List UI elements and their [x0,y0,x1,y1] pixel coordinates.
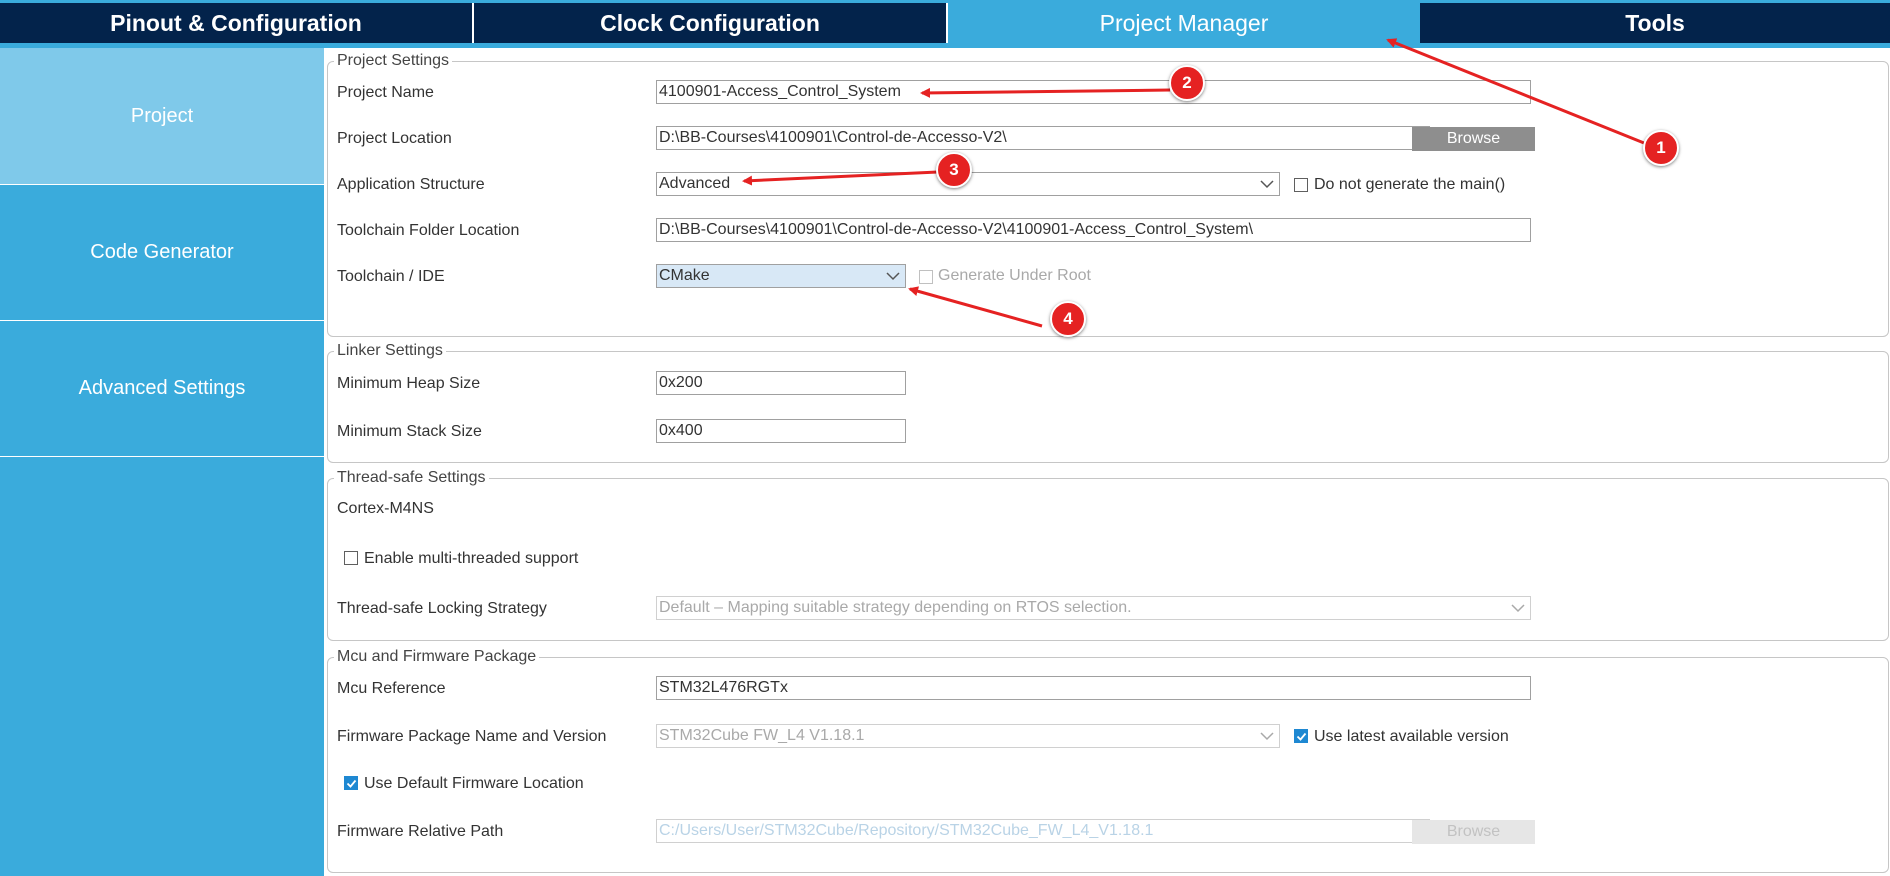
locking-strategy-select[interactable]: Default – Mapping suitable strategy depe… [656,596,1531,620]
select-value: Advanced [659,175,731,192]
firmware-package-label: Firmware Package Name and Version [337,728,607,745]
top-tab-bar: Pinout & Configuration Clock Configurati… [0,0,1890,48]
browse-label: Browse [1446,130,1501,147]
main-content: Project Settings Project Name 4100901-Ac… [324,48,1890,876]
browse-label: Browse [1446,823,1501,840]
toolchain-folder-label: Toolchain Folder Location [337,222,520,239]
chevron-down-icon [886,272,900,281]
annotation-number: 1 [1656,138,1666,157]
min-stack-input[interactable]: 0x400 [656,419,906,443]
annotation-number: 2 [1182,73,1192,92]
tab-pinout-configuration[interactable]: Pinout & Configuration [0,3,474,43]
project-location-input[interactable]: D:\BB-Courses\4100901\Control-de-Accesso… [656,126,1430,150]
min-heap-label: Minimum Heap Size [337,375,481,392]
annotation-number: 3 [949,160,959,179]
mcu-reference-label: Mcu Reference [337,680,446,697]
do-not-generate-main-checkbox[interactable] [1294,178,1308,192]
tab-label: Tools [1625,9,1685,36]
use-latest-version-label: Use latest available version [1314,728,1509,745]
linker-settings-group: Linker Settings [327,342,1889,463]
group-legend: Linker Settings [334,342,446,360]
project-name-label: Project Name [337,84,434,101]
annotation-badge-3: 3 [936,152,972,188]
sidebar-item-label: Project [130,104,194,127]
select-value: STM32Cube FW_L4 V1.18.1 [659,727,865,744]
group-legend: Thread-safe Settings [334,469,489,487]
chevron-down-icon [1260,180,1274,189]
tab-label: Project Manager [1099,9,1269,36]
min-stack-label: Minimum Stack Size [337,423,482,440]
project-location-label: Project Location [337,130,452,147]
sidebar-item-advanced-settings[interactable]: Advanced Settings [0,321,324,457]
sidebar-item-label: Advanced Settings [78,377,246,399]
browse-location-button[interactable]: Browse [1412,127,1535,151]
use-default-firmware-checkbox[interactable] [344,776,358,790]
annotation-number: 4 [1063,309,1073,328]
chevron-down-icon [1511,604,1525,613]
project-name-input[interactable]: 4100901-Access_Control_System [656,80,1531,104]
firmware-relative-path-input[interactable]: C:/Users/User/STM32Cube/Repository/STM32… [656,819,1430,843]
locking-strategy-label: Thread-safe Locking Strategy [337,600,547,617]
group-legend: Project Settings [334,52,453,70]
group-legend: Mcu and Firmware Package [334,648,540,666]
tab-project-manager[interactable]: Project Manager [948,3,1420,43]
browse-firmware-button[interactable]: Browse [1412,820,1535,844]
generate-under-root-label: Generate Under Root [938,267,1091,284]
sidebar-item-label: Code Generator [90,241,234,263]
mcu-reference-input[interactable]: STM32L476RGTx [656,676,1531,700]
firmware-relative-path-label: Firmware Relative Path [337,823,504,840]
min-heap-input[interactable]: 0x200 [656,371,906,395]
cortex-core-label: Cortex-M4NS [337,500,434,517]
use-default-firmware-label: Use Default Firmware Location [364,775,584,792]
toolchain-folder-input[interactable]: D:\BB-Courses\4100901\Control-de-Accesso… [656,218,1531,242]
tab-clock-configuration[interactable]: Clock Configuration [474,3,948,43]
chevron-down-icon [1260,732,1274,741]
tab-tools[interactable]: Tools [1420,3,1890,43]
firmware-package-select[interactable]: STM32Cube FW_L4 V1.18.1 [656,724,1280,748]
toolchain-ide-select[interactable]: CMake [656,264,906,288]
annotation-badge-1: 1 [1643,130,1679,166]
enable-multithreaded-checkbox[interactable] [344,551,358,565]
do-not-generate-main-label: Do not generate the main() [1314,176,1506,193]
annotation-badge-2: 2 [1169,65,1205,101]
toolchain-ide-label: Toolchain / IDE [337,268,445,285]
generate-under-root-checkbox[interactable] [919,270,933,284]
sidebar: Project Code Generator Advanced Settings [0,48,324,876]
application-structure-label: Application Structure [337,176,485,193]
sidebar-item-project[interactable]: Project [0,48,324,185]
annotation-badge-4: 4 [1050,301,1086,337]
select-value: Default – Mapping suitable strategy depe… [659,599,1132,616]
tab-label: Clock Configuration [600,9,820,36]
sidebar-item-code-generator[interactable]: Code Generator [0,185,324,321]
use-latest-version-checkbox[interactable] [1294,729,1308,743]
enable-multithreaded-label: Enable multi-threaded support [364,550,579,567]
tab-label: Pinout & Configuration [110,9,362,36]
checkmark-icon [346,779,357,788]
checkmark-icon [1296,732,1307,741]
select-value: CMake [659,267,710,284]
